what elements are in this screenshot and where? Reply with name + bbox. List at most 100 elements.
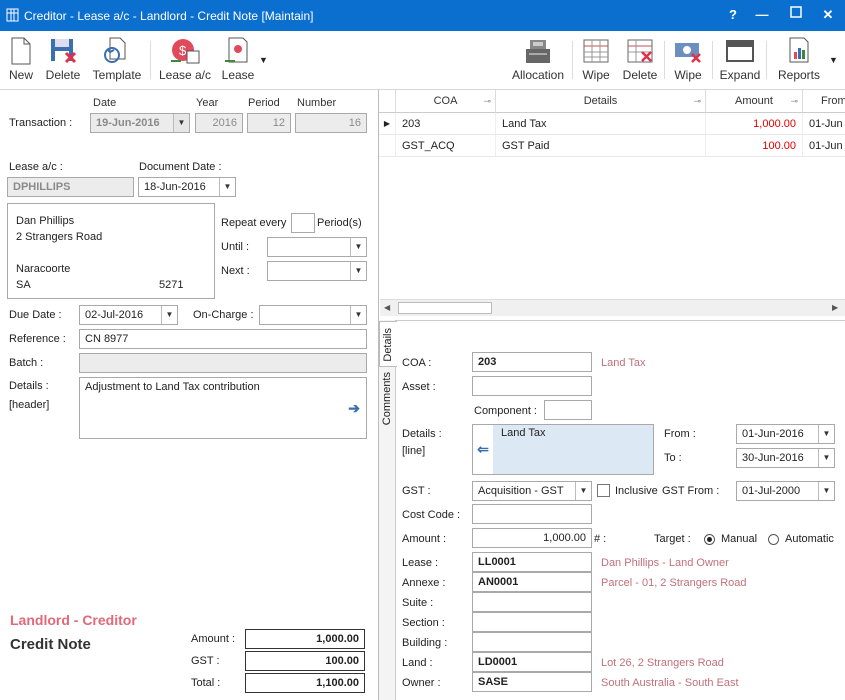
lease-field[interactable]: LL0001 [472,552,592,572]
line-details-field[interactable]: ⇐ Land Tax [472,424,654,475]
lease-ac-button[interactable]: $ Lease a/c [158,31,212,89]
year-field[interactable]: 2016 [195,113,243,133]
header-details-field[interactable]: Adjustment to Land Tax contribution ➔ [79,377,367,439]
until-field[interactable]: ▼ [267,237,367,257]
coa-field[interactable]: 203 [472,352,592,372]
address-street: 2 Strangers Road [16,231,103,243]
section-field[interactable] [472,612,592,632]
chevron-down-icon[interactable]: ▼ [818,449,834,467]
owner-description[interactable]: South Australia - South East [601,677,739,689]
new-button[interactable]: New [4,31,38,89]
scroll-right-icon[interactable]: ▶ [832,303,838,312]
horizontal-scrollbar[interactable]: ◀ ▶ [380,299,845,316]
reports-dropdown-arrow-icon[interactable]: ▼ [829,55,838,65]
target-automatic-radio[interactable] [768,534,779,548]
lease-ac-field[interactable]: DPHILLIPS [7,177,134,197]
help-button[interactable]: ? [723,7,743,22]
minimize-button[interactable]: — [752,7,772,22]
tab-details[interactable]: Details [379,321,397,367]
pin-icon[interactable]: ⊸ [790,90,798,113]
cell-amount[interactable]: 1,000.00 [706,113,803,135]
due-date-field[interactable]: 02-Jul-2016 ▼ [79,305,178,325]
scroll-left-icon[interactable]: ◀ [384,303,390,312]
reports-button[interactable]: Reports [772,31,826,89]
land-description[interactable]: Lot 26, 2 Strangers Road [601,657,724,669]
column-header-details[interactable]: Details ⊸ [496,90,706,113]
line-amount-field[interactable]: 1,000.00 [472,528,592,548]
reference-field[interactable]: CN 8977 [79,329,367,349]
lease-dropdown-arrow-icon[interactable]: ▼ [259,55,268,65]
building-field[interactable] [472,632,592,652]
chevron-down-icon[interactable]: ▼ [350,262,366,280]
arrow-left-icon[interactable]: ⇐ [473,425,493,474]
chevron-down-icon[interactable]: ▼ [350,238,366,256]
land-label: Land : [402,657,433,669]
number-field[interactable]: 16 [295,113,367,133]
cell-from[interactable]: 01-Jun [803,113,845,135]
wipe-button[interactable]: Wipe [578,31,614,89]
from-date-field[interactable]: 01-Jun-2016 ▼ [736,424,835,444]
template-button[interactable]: Template [90,31,144,89]
cell-coa[interactable]: GST_ACQ [396,135,496,157]
next-field[interactable]: ▼ [267,261,367,281]
component-field[interactable] [544,400,592,420]
chevron-down-icon[interactable]: ▼ [219,178,235,196]
annexe-field[interactable]: AN0001 [472,572,592,592]
expand-button[interactable]: Expand [718,31,762,89]
column-header-amount[interactable]: Amount ⊸ [706,90,803,113]
asset-field[interactable] [472,376,592,396]
chevron-down-icon[interactable]: ▼ [575,482,591,500]
coa-description[interactable]: Land Tax [601,357,645,369]
repeat-every-label: Repeat every [221,217,287,229]
delete-button[interactable]: Delete [42,31,84,89]
scrollbar-thumb[interactable] [398,302,492,314]
cell-coa[interactable]: 203 [396,113,496,135]
gst-from-field[interactable]: 01-Jul-2000 ▼ [736,481,835,501]
land-field[interactable]: LD0001 [472,652,592,672]
details-header-label: [header] [9,399,50,411]
suite-field[interactable] [472,592,592,612]
maximize-button[interactable] [786,6,806,21]
annexe-description[interactable]: Parcel - 01, 2 Strangers Road [601,577,747,589]
pin-icon[interactable]: ⊸ [483,90,491,113]
grand-total-label: Total : [191,677,221,689]
lease-description[interactable]: Dan Phillips - Land Owner [601,557,729,569]
allocation-grid: COA ⊸ Details ⊸ Amount ⊸ From ▶ 203 Land Ta… [378,90,845,300]
address-box: Dan Phillips 2 Strangers Road Naracoorte… [7,203,215,299]
hash-label: # : [594,533,607,545]
pin-icon[interactable]: ⊸ [693,90,701,113]
from-label: From : [664,428,696,440]
allocation-button[interactable]: Allocation [508,31,568,89]
owner-field[interactable]: SASE [472,672,592,692]
document-date-field[interactable]: 18-Jun-2016 ▼ [138,177,236,197]
tab-comments[interactable]: Comments [379,369,396,427]
lease-button[interactable]: Lease [218,31,258,89]
transaction-date-field[interactable]: 19-Jun-2016 ▼ [90,113,190,133]
delete-row-button[interactable]: Delete [620,31,660,89]
close-button[interactable]: ✕ [818,7,838,23]
cell-details[interactable]: Land Tax [496,113,706,135]
chevron-down-icon[interactable]: ▼ [818,425,834,443]
cell-from[interactable]: 01-Jun [803,135,845,157]
building-label: Building : [402,637,448,649]
chevron-down-icon[interactable]: ▼ [161,306,177,324]
chevron-down-icon[interactable]: ▼ [350,306,366,324]
column-header-coa[interactable]: COA ⊸ [396,90,496,113]
wipe-allocation-button[interactable]: Wipe [670,31,706,89]
on-charge-field[interactable]: ▼ [259,305,367,325]
to-date-field[interactable]: 30-Jun-2016 ▼ [736,448,835,468]
gst-code-field[interactable]: Acquisition - GST ▼ [472,481,592,501]
chevron-down-icon[interactable]: ▼ [818,482,834,500]
chevron-down-icon[interactable]: ▼ [173,114,189,132]
batch-field[interactable] [79,353,367,373]
cost-code-label: Cost Code : [402,509,461,521]
cell-amount[interactable]: 100.00 [706,135,803,157]
cost-code-field[interactable] [472,504,592,524]
column-header-from[interactable]: From [803,90,845,113]
period-field[interactable]: 12 [247,113,291,133]
cell-details[interactable]: GST Paid [496,135,706,157]
target-manual-radio[interactable] [704,534,715,548]
inclusive-checkbox[interactable] [597,484,610,497]
arrow-right-icon[interactable]: ➔ [348,400,360,417]
repeat-every-field[interactable] [291,213,315,233]
